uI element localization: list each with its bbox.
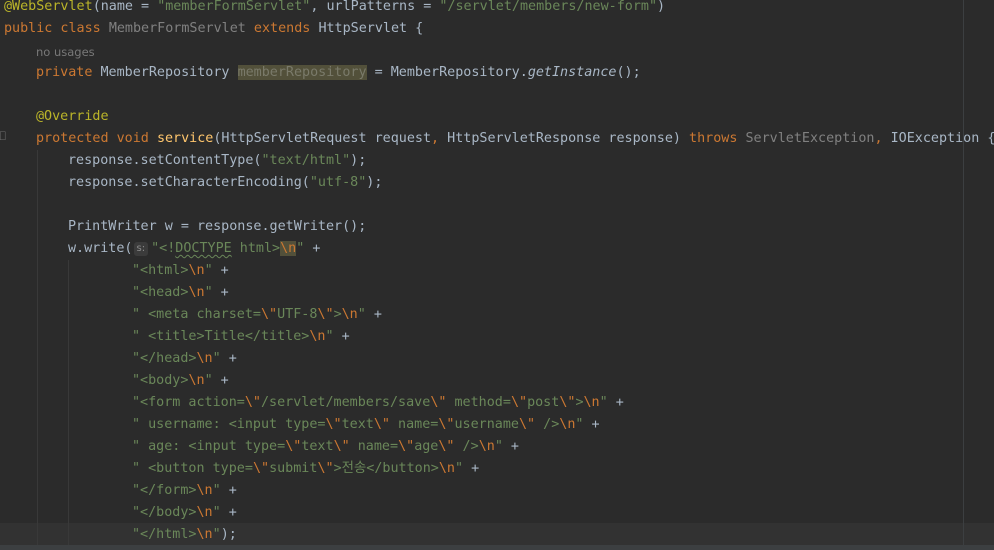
code-line-1[interactable]: @WebServlet(name = "memberFormServlet", … xyxy=(4,0,665,18)
spelling-warning: DOCTYPE xyxy=(175,241,232,256)
usages-inlay-hint[interactable]: no usages xyxy=(36,44,95,60)
code-line-14[interactable]: "</head>\n" + xyxy=(132,348,237,370)
code-line-21[interactable]: "</body>\n" + xyxy=(132,502,237,524)
code-line-5[interactable]: protected void service(HttpServletReques… xyxy=(36,128,994,150)
code-line-17[interactable]: " username: <input type=\"text\" name=\"… xyxy=(132,414,600,436)
code-line-16[interactable]: "<form action=\"/servlet/members/save\" … xyxy=(132,392,624,414)
class-name: MemberFormServlet xyxy=(108,21,246,36)
code-line-11[interactable]: "<head>\n" + xyxy=(132,282,229,304)
override-gutter-icon[interactable]: ⎕ xyxy=(0,132,6,142)
code-line-20[interactable]: "</form>\n" + xyxy=(132,480,237,502)
code-line-10[interactable]: "<html>\n" + xyxy=(132,260,229,282)
code-line-13[interactable]: " <title>Title</title>\n" + xyxy=(132,326,350,348)
code-line-18[interactable]: " age: <input type=\"text\" name=\"age\"… xyxy=(132,436,519,458)
horizontal-scrollbar[interactable] xyxy=(0,545,994,550)
code-line-15[interactable]: "<body>\n" + xyxy=(132,370,229,392)
code-line-22[interactable]: "</html>\n"); xyxy=(132,524,237,546)
code-line-3[interactable]: private MemberRepository memberRepositor… xyxy=(36,62,641,84)
code-line-6[interactable]: response.setContentType("text/html"); xyxy=(68,150,366,172)
code-line-8[interactable]: PrintWriter w = response.getWriter(); xyxy=(68,216,366,238)
method-name: service xyxy=(156,131,214,146)
code-line-19[interactable]: " <button type=\"submit\">전송</button>\n"… xyxy=(132,458,479,480)
right-margin-guide xyxy=(963,0,964,550)
annotation: @WebServlet xyxy=(4,0,93,14)
code-line-4[interactable]: @Override xyxy=(36,106,109,128)
code-line-9[interactable]: w.write(s: "<!DOCTYPE html>\n" + xyxy=(68,238,320,260)
unused-field-highlight: memberRepository xyxy=(237,65,367,80)
code-line-2[interactable]: public class MemberFormServlet extends H… xyxy=(4,18,423,40)
indent-guide xyxy=(68,260,69,545)
parameter-name-hint: s: xyxy=(133,242,149,256)
code-line-12[interactable]: " <meta charset=\"UTF-8\">\n" + xyxy=(132,304,382,326)
code-editor[interactable]: ⎕ @WebServlet(name = "memberFormServlet"… xyxy=(0,0,994,550)
indent-guide xyxy=(37,150,38,545)
code-line-7[interactable]: response.setCharacterEncoding("utf-8"); xyxy=(68,172,382,194)
